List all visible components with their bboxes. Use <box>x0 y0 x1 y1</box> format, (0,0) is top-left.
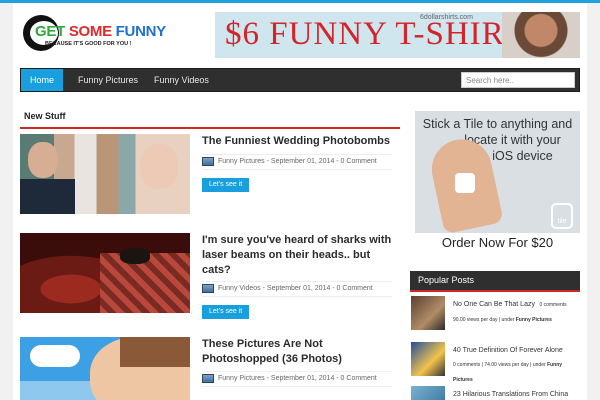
thumbnail-detail <box>120 248 150 264</box>
tile-logo: tile <box>551 203 573 229</box>
popular-views: 90.00 views per day <box>453 317 498 323</box>
section-title: New Stuff <box>24 111 66 121</box>
section-header: New Stuff <box>20 104 400 129</box>
post-meta-text: Funny Pictures - September 01, 2014 - 0 … <box>218 375 377 382</box>
main-nav: Home Funny Pictures Funny Videos <box>20 68 580 92</box>
post-thumbnail[interactable] <box>20 337 190 400</box>
post-meta-text: Funny Videos - September 01, 2014 - 0 Co… <box>218 285 373 292</box>
post-thumbnail[interactable] <box>20 233 190 313</box>
logo-title: GET SOME FUNNY <box>35 23 166 40</box>
page-container: GET SOME FUNNY BECAUSE IT'S GOOD FOR YOU… <box>13 3 587 400</box>
search-input[interactable] <box>461 72 575 88</box>
popular-text: 23 Hilarious Translations From China <box>453 386 580 400</box>
popular-title[interactable]: 23 Hilarious Translations From China <box>453 391 568 398</box>
popular-title[interactable]: No One Can Be That Lazy <box>453 301 535 308</box>
post-title[interactable]: The Funniest Wedding Photobombs <box>202 134 392 149</box>
popular-thumbnail[interactable] <box>411 386 445 400</box>
post-thumbnail[interactable] <box>20 134 190 214</box>
popular-posts-title: Popular Posts <box>418 275 475 285</box>
logo-word-get: GET <box>35 23 65 40</box>
tile-ad[interactable]: Stick a Tile to anything and locate it w… <box>415 111 580 252</box>
post-meta: Funny Videos - September 01, 2014 - 0 Co… <box>202 281 392 297</box>
thumbnail-detail <box>30 345 80 367</box>
thumbnail-detail <box>140 144 178 189</box>
post-title[interactable]: I'm sure you've heard of sharks with las… <box>202 233 392 278</box>
popular-title[interactable]: 40 True Definition Of Forever Alone <box>453 347 563 354</box>
category-icon <box>202 156 214 166</box>
popular-category[interactable]: Funny Pictures <box>516 317 552 323</box>
tshirt-banner-ad[interactable]: $6 FUNNY T-SHIRTS 6dollarshirts.com <box>215 12 580 58</box>
category-icon <box>202 283 214 293</box>
popular-item: 40 True Definition Of Forever Alone 0 co… <box>410 342 580 383</box>
popular-text: No One Can Be That Lazy 0 comments 90.00… <box>453 301 567 323</box>
post-meta: Funny Pictures - September 01, 2014 - 0 … <box>202 371 392 387</box>
ad-line-1: Stick a Tile to anything and <box>422 117 573 131</box>
category-icon <box>202 373 214 383</box>
popular-comments: 0 comments <box>539 302 567 308</box>
nav-funny-videos[interactable]: Funny Videos <box>145 69 218 91</box>
banner-url: 6dollarshirts.com <box>420 14 473 21</box>
logo-tagline: BECAUSE IT'S GOOD FOR YOU ! <box>45 41 132 47</box>
see-it-button[interactable]: Let's see it <box>202 178 250 192</box>
ad-cta: Order Now For $20 <box>415 233 580 252</box>
banner-photo <box>502 12 580 58</box>
post-title[interactable]: These Pictures Are Not Photoshopped (36 … <box>202 337 392 367</box>
see-it-button[interactable]: Let's see it <box>202 305 250 319</box>
post-meta-text: Funny Pictures - September 01, 2014 - 0 … <box>218 158 377 165</box>
nav-funny-pictures[interactable]: Funny Pictures <box>69 69 147 91</box>
popular-thumbnail[interactable] <box>411 342 445 376</box>
popular-text: 40 True Definition Of Forever Alone 0 co… <box>453 347 563 383</box>
nav-home[interactable]: Home <box>21 69 64 91</box>
banner-headline: $6 FUNNY T-SHIRTS <box>225 16 544 52</box>
popular-item: No One Can Be That Lazy 0 comments 90.00… <box>410 296 580 336</box>
post-meta: Funny Pictures - September 01, 2014 - 0 … <box>202 154 392 170</box>
logo-word-funny: FUNNY <box>115 23 166 40</box>
popular-thumbnail[interactable] <box>411 296 445 330</box>
thumbnail-detail <box>20 179 75 214</box>
tile-device-image <box>455 173 475 193</box>
popular-comments: 0 comments <box>453 362 481 368</box>
site-logo[interactable]: GET SOME FUNNY BECAUSE IT'S GOOD FOR YOU… <box>23 13 166 55</box>
thumbnail-detail <box>28 142 58 178</box>
popular-views: 74.00 views per day <box>484 362 529 368</box>
popular-posts-header: Popular Posts <box>410 271 580 292</box>
logo-word-some: SOME <box>68 23 112 40</box>
thumbnail-detail <box>120 337 190 367</box>
popular-item: 23 Hilarious Translations From China <box>410 386 580 400</box>
